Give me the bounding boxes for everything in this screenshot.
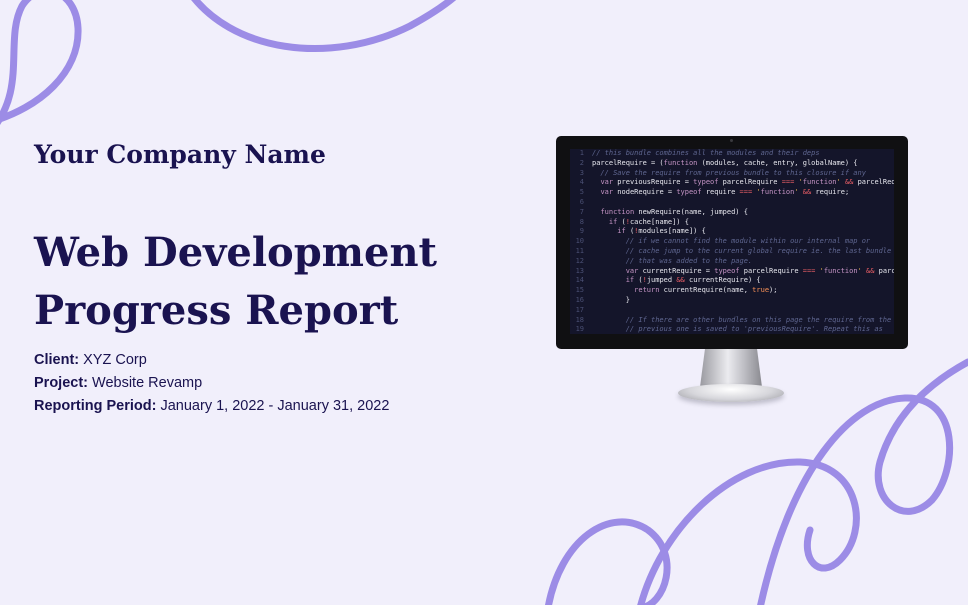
code-line: 12 // that was added to the page. — [570, 257, 894, 267]
monitor-base — [678, 384, 784, 402]
project-value: Website Revamp — [88, 375, 203, 391]
line-number: 2 — [579, 158, 584, 167]
project-label: Project: — [34, 375, 88, 391]
report-details: Client: XYZ Corp Project: Website Revamp… — [34, 349, 389, 418]
code-line: 2 parcelRequire = (function (modules, cac… — [570, 159, 894, 169]
code-line: 14 if (!jumped && currentRequire) { — [570, 276, 894, 286]
monitor-image: 1 // this bundle combines all the modules… — [556, 136, 908, 404]
code-line: 7 function newRequire(name, jumped) { — [570, 208, 894, 218]
code-text: var nodeRequire = typeof require === 'fu… — [600, 188, 850, 197]
code-line: 6 — [570, 198, 894, 208]
code-text: parcelRequire = (function (modules, cach… — [592, 158, 858, 167]
top-left-loop-curve — [0, 0, 82, 125]
reporting-period-detail: Reporting Period: January 1, 2022 - Janu… — [34, 395, 389, 418]
client-value: XYZ Corp — [79, 352, 147, 368]
code-editor: 1 // this bundle combines all the modules… — [570, 149, 894, 334]
code-line: 15 return currentRequire(name, true); — [570, 286, 894, 296]
line-number: 7 — [579, 207, 584, 216]
line-number: 3 — [579, 168, 584, 177]
code-text: function newRequire(name, jumped) { — [600, 207, 748, 216]
line-number: 13 — [575, 266, 584, 275]
line-number: 8 — [579, 217, 584, 226]
bottom-loop-curve-1 — [545, 518, 671, 605]
company-name: Your Company Name — [34, 140, 326, 169]
report-title: Web Development Progress Report — [34, 224, 504, 340]
line-number: 12 — [575, 256, 584, 265]
code-text: // if we cannot find the module within o… — [592, 237, 871, 246]
line-number: 18 — [575, 315, 584, 324]
code-text: // cache jump to the current global requ… — [592, 246, 892, 255]
code-line: 8 if (!cache[name]) { — [570, 218, 894, 228]
line-number: 1 — [579, 149, 584, 157]
line-number: 10 — [575, 237, 584, 246]
reporting-period-value: January 1, 2022 - January 31, 2022 — [156, 398, 390, 414]
line-number: 9 — [579, 227, 584, 236]
line-number: 6 — [579, 197, 584, 206]
code-line: 3 // Save the require from previous bund… — [570, 169, 894, 179]
code-line: 5 var nodeRequire = typeof require === '… — [570, 188, 894, 198]
report-title-line-2: Progress Report — [34, 287, 399, 334]
line-number: 15 — [575, 286, 584, 295]
line-number: 17 — [575, 305, 584, 314]
monitor-screen: 1 // this bundle combines all the modules… — [556, 136, 908, 349]
code-line: 19 // previous one is saved to 'previous… — [570, 325, 894, 334]
camera-dot — [730, 139, 733, 142]
line-number: 4 — [579, 178, 584, 187]
line-number: 14 — [575, 276, 584, 285]
project-detail: Project: Website Revamp — [34, 372, 389, 395]
code-text: var currentRequire = typeof parcelRequir… — [625, 266, 894, 275]
line-number: 5 — [579, 188, 584, 197]
code-text: // previous one is saved to 'previousReq… — [592, 325, 883, 334]
code-line: 1 // this bundle combines all the modules… — [570, 149, 894, 159]
code-text: if (!cache[name]) { — [608, 217, 689, 226]
code-text: var previousRequire = typeof parcelRequi… — [600, 178, 894, 187]
code-text: // If there are other bundles on this pa… — [592, 315, 892, 324]
code-line: 13 var currentRequire = typeof parcelReq… — [570, 267, 894, 277]
code-text: return currentRequire(name, true); — [634, 286, 778, 295]
monitor-stand — [700, 349, 762, 387]
code-line: 18 // If there are other bundles on this… — [570, 316, 894, 326]
code-line: 4 var previousRequire = typeof parcelReq… — [570, 178, 894, 188]
code-text: if (!jumped && currentRequire) { — [625, 276, 761, 285]
line-number: 16 — [575, 295, 584, 304]
code-line: 9 if (!modules[name]) { — [570, 227, 894, 237]
bottom-loop-curve-2 — [637, 458, 860, 605]
code-text: // this bundle combines all the modules … — [592, 149, 820, 157]
code-line: 17 — [570, 306, 894, 316]
reporting-period-label: Reporting Period: — [34, 398, 157, 414]
line-number: 19 — [575, 325, 584, 334]
code-line: 16 } — [570, 296, 894, 306]
code-text: // that was added to the page. — [592, 256, 753, 265]
report-title-line-1: Web Development — [34, 229, 438, 276]
code-line: 10 // if we cannot find the module withi… — [570, 237, 894, 247]
client-detail: Client: XYZ Corp — [34, 349, 389, 372]
line-number: 11 — [575, 246, 584, 255]
code-text: } — [592, 295, 630, 304]
code-text: // Save the require from previous bundle… — [592, 168, 866, 177]
code-text: if (!modules[name]) { — [617, 227, 706, 236]
client-label: Client: — [34, 352, 80, 368]
top-right-arc-curve — [191, 0, 457, 52]
code-line: 11 // cache jump to the current global r… — [570, 247, 894, 257]
